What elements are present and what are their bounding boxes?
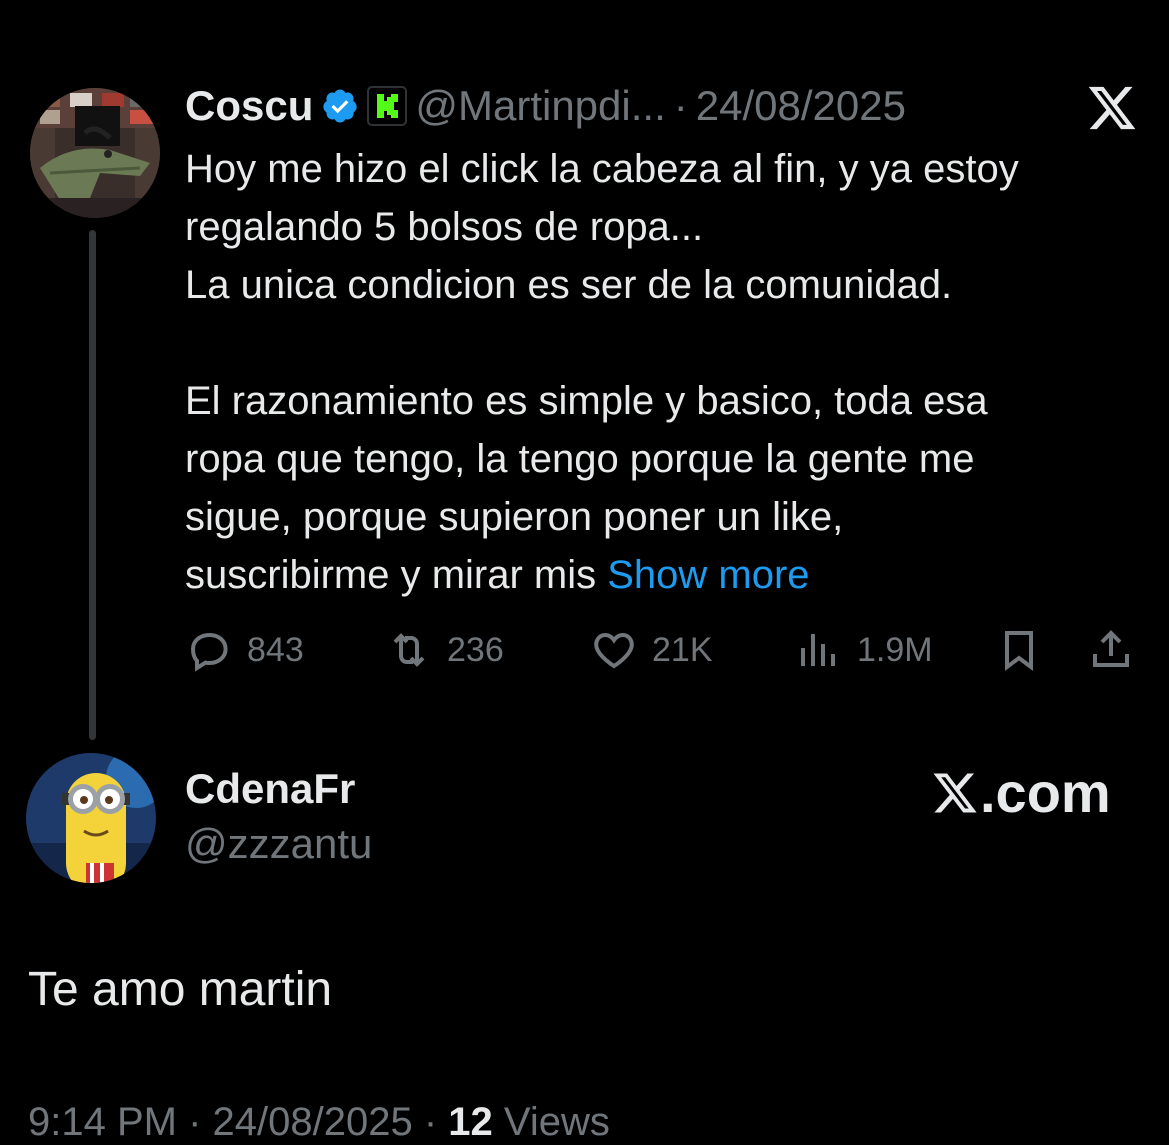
x-logo-icon [1085, 82, 1139, 134]
original-post-avatar[interactable] [30, 88, 160, 218]
reply-icon [190, 632, 228, 672]
repost-button[interactable]: 236 [385, 620, 504, 680]
like-button[interactable]: 21K [590, 620, 713, 680]
views-icon [801, 634, 835, 666]
verified-badge-icon [323, 89, 358, 123]
reply-meta: 9:14 PM · 24/08/2025 · 12 Views [28, 1100, 610, 1145]
repost-icon [393, 633, 425, 667]
share-button[interactable] [1087, 620, 1135, 680]
views-button[interactable]: 1.9M [795, 620, 933, 680]
post-text-line: El razonamiento es simple y basico, toda… [185, 379, 988, 423]
reply-handle[interactable]: @zzzantu [185, 820, 372, 868]
reply-avatar[interactable] [26, 753, 156, 883]
views-count: 1.9M [857, 630, 933, 669]
reply-text: Te amo martin [28, 963, 333, 1016]
xcom-watermark: .com [930, 760, 1111, 825]
post-text-line-last: suscribirme y mirar mis Show more [185, 546, 1125, 604]
post-text-last: suscribirme y mirar mis [185, 553, 597, 597]
bookmark-button[interactable] [995, 620, 1043, 680]
repost-count: 236 [447, 630, 504, 669]
original-post-display-name[interactable]: Coscu [185, 82, 313, 130]
original-post-header: Coscu @Martinpdi... · 24/08/2025 [185, 80, 906, 132]
reply-timestamp[interactable]: 9:14 PM · 24/08/2025 · [28, 1100, 448, 1144]
thread-connector-line [89, 230, 96, 740]
post-action-bar: 843 236 21K 1.9M [185, 620, 1145, 680]
kick-affiliate-icon [367, 86, 408, 126]
reply-views-count: 12 [448, 1100, 493, 1144]
show-more-link[interactable]: Show more [607, 553, 809, 597]
bookmark-icon [1005, 631, 1033, 671]
reply-display-name[interactable]: CdenaFr [185, 765, 355, 813]
header-separator: · [673, 82, 688, 129]
post-text-line: La unica condicion es ser de la comunida… [185, 263, 953, 307]
original-post-text: Hoy me hizo el click la cabeza al fin, y… [185, 140, 1125, 604]
like-count: 21K [652, 630, 713, 669]
post-text-line: Hoy me hizo el click la cabeza al fin, y… [185, 147, 1019, 191]
original-post-handle[interactable]: @Martinpdi... [415, 82, 665, 130]
post-text-line: regalando 5 bolsos de ropa... [185, 205, 704, 249]
page-title: Post [0, 0, 1169, 10]
reply-views-label: Views [492, 1100, 610, 1144]
reply-button[interactable]: 843 [185, 620, 304, 680]
share-icon [1093, 630, 1129, 667]
reply-count: 843 [247, 630, 304, 669]
original-post-date[interactable]: 24/08/2025 [696, 82, 906, 130]
post-text-line: sigue, porque supieron poner un like, [185, 495, 844, 539]
watermark-text: .com [980, 761, 1111, 824]
heart-icon [594, 632, 634, 669]
x-logo-icon [933, 773, 977, 812]
post-text-line: ropa que tengo, la tengo porque la gente… [185, 437, 975, 481]
